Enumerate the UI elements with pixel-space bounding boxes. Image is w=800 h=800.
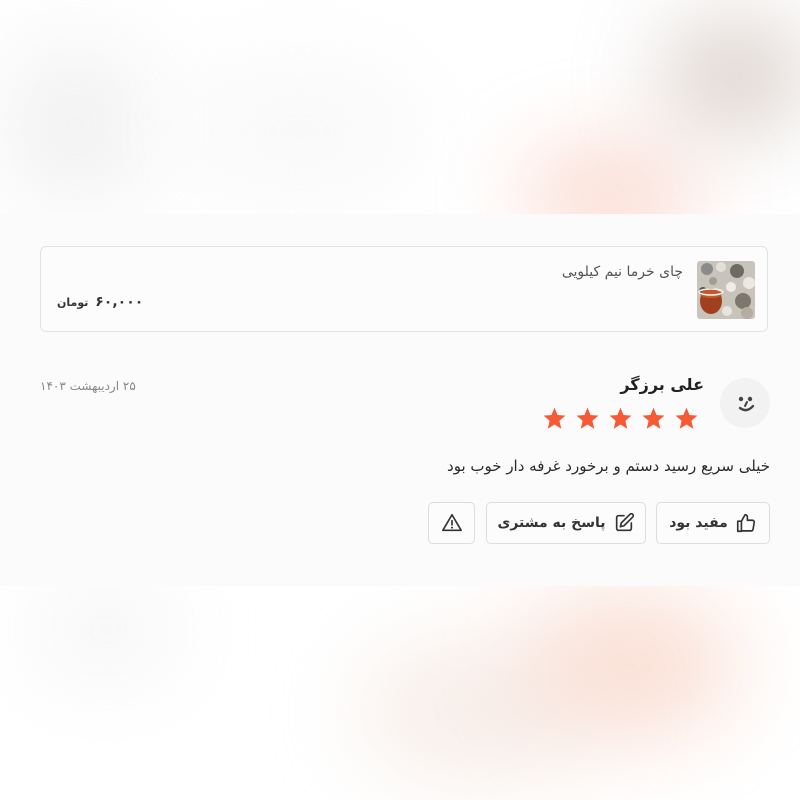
review-text: خیلی سریع رسید دستم و برخورد غرفه دار خو… — [447, 457, 770, 475]
star-icon — [642, 407, 665, 429]
background-blur — [0, 40, 150, 210]
reply-label: پاسخ به مشتری — [497, 515, 606, 531]
report-button[interactable] — [428, 502, 475, 544]
product-thumbnail — [697, 261, 755, 319]
review-date: ۲۵ اردیبهشت ۱۴۰۳ — [40, 379, 136, 393]
reply-to-customer-button[interactable]: پاسخ به مشتری — [486, 502, 646, 544]
star-icon — [609, 407, 632, 429]
star-icon — [543, 407, 566, 429]
thumbs-up-icon — [736, 513, 755, 533]
helpful-label: مفید بود — [669, 515, 728, 531]
warning-icon — [441, 513, 462, 532]
star-icon — [576, 407, 599, 429]
price-value: ۶۰,۰۰۰ — [95, 294, 144, 310]
star-icon — [675, 407, 698, 429]
smiley-face-icon — [738, 396, 755, 412]
review-panel: چای خرما نیم کیلویی ۶۰,۰۰۰ تومان علی برز… — [0, 214, 800, 586]
product-card[interactable]: چای خرما نیم کیلویی ۶۰,۰۰۰ تومان — [40, 246, 768, 332]
edit-pencil-icon — [615, 512, 634, 532]
star-rating — [542, 406, 699, 431]
background-blur — [40, 590, 170, 670]
product-name[interactable]: چای خرما نیم کیلویی — [562, 264, 683, 280]
product-price: ۶۰,۰۰۰ تومان — [57, 294, 143, 310]
currency-label: تومان — [57, 296, 89, 309]
helpful-button[interactable]: مفید بود — [656, 502, 770, 544]
background-blur — [180, 70, 420, 190]
reviewer-name: علی برزگر — [620, 375, 704, 394]
background-blur — [660, 20, 800, 130]
background-blur — [360, 640, 600, 780]
avatar — [720, 378, 770, 428]
